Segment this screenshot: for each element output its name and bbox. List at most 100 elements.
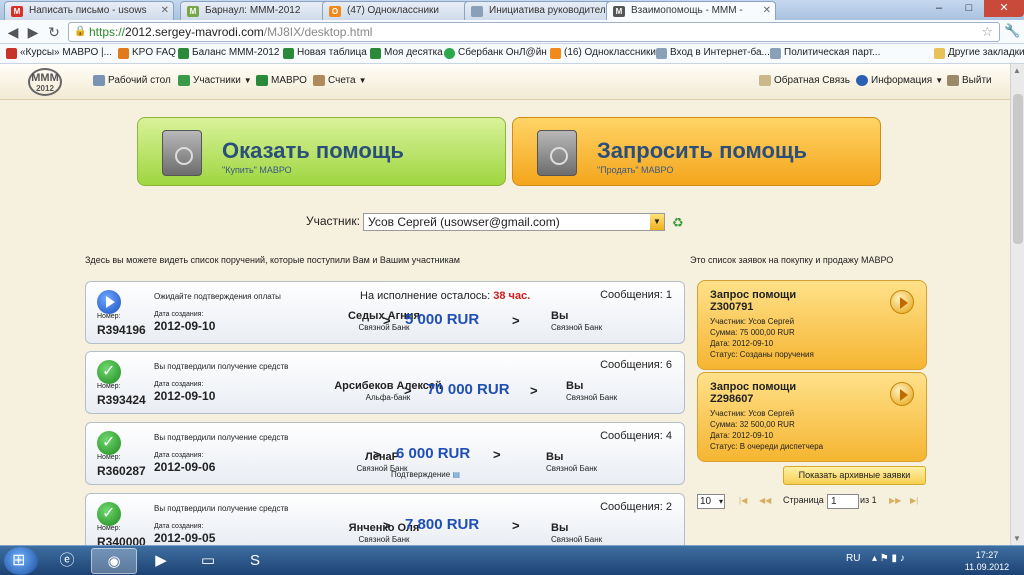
menu-info[interactable]: Информация ▼ — [856, 75, 943, 86]
messages-link[interactable]: Сообщения: 4 — [600, 430, 672, 442]
order-amount: 6 000 RUR — [396, 445, 471, 462]
order-card[interactable]: Вы подтвердили получение средств Сообщен… — [85, 422, 685, 485]
page-scrollbar[interactable]: ▲ ▼ — [1010, 64, 1024, 545]
show-archive-button[interactable]: Показать архивные заявки — [783, 466, 926, 485]
messages-link[interactable]: Сообщения: 1 — [600, 289, 672, 301]
bookmark-item[interactable]: «Курсы» МАВРО |... — [6, 47, 112, 59]
tab-gmail[interactable]: M Написать письмо - usows ✕ — [4, 1, 174, 20]
maximize-icon[interactable]: □ — [954, 0, 984, 17]
bookmark-item[interactable]: Политическая парт... — [770, 47, 880, 59]
check-icon — [97, 431, 121, 455]
last-page-icon[interactable]: ▶| — [910, 496, 918, 505]
order-card[interactable]: Ожидайте подтверждения оплаты На исполне… — [85, 281, 685, 344]
chrome-icon[interactable]: ◉ — [91, 548, 137, 574]
per-page-select[interactable]: 10 — [697, 494, 725, 509]
refresh-icon[interactable]: ♻ — [672, 215, 684, 231]
minimize-icon[interactable]: – — [924, 0, 954, 17]
reload-icon[interactable]: ↻ — [45, 23, 63, 41]
arrow-right-icon[interactable] — [890, 382, 914, 406]
bookmark-item[interactable]: KPO FAQ — [118, 47, 176, 59]
tray-icons[interactable]: ▴ ⚑ ▮ ♪ — [872, 553, 905, 564]
page-label: Страница — [783, 495, 824, 505]
forward-icon[interactable]: ▶ — [24, 23, 42, 41]
confirmation-link[interactable]: Подтверждение ▤ — [391, 470, 460, 479]
skype-icon[interactable]: S — [232, 548, 278, 574]
close-icon[interactable]: ✕ — [161, 5, 169, 16]
menu-accounts[interactable]: Счета ▼ — [313, 75, 367, 86]
scroll-down-icon[interactable]: ▼ — [1013, 534, 1021, 543]
tab-mmm-active[interactable]: M Взаимопомощь - МММ - ✕ — [606, 1, 776, 20]
bookmark-favicon-icon — [178, 48, 189, 59]
bookmark-item[interactable]: (16) Одноклассники — [550, 47, 656, 59]
browser-toolbar: ◀ ▶ ↻ 🔒 https://2012.sergey-mavrodi.com/… — [0, 20, 1024, 44]
page-icon — [471, 6, 483, 17]
menu-participants[interactable]: Участники ▼ — [178, 75, 252, 86]
explorer-folder-icon[interactable]: ▭ — [185, 548, 231, 574]
system-clock[interactable]: 17:27 11.09.2012 — [962, 549, 1012, 573]
star-icon[interactable]: ☆ — [981, 23, 993, 41]
messages-link[interactable]: Сообщения: 6 — [600, 359, 672, 371]
mmm-favicon-icon: M — [613, 6, 625, 17]
play-icon[interactable] — [97, 290, 121, 314]
accounts-icon — [313, 75, 325, 86]
check-icon — [97, 360, 121, 384]
next-page-icon[interactable]: ▶▶ — [889, 496, 901, 505]
arrow-right-icon[interactable] — [890, 290, 914, 314]
arrow-right-icon: > — [404, 383, 412, 398]
arrow-right-icon: > — [530, 383, 538, 398]
media-player-icon[interactable]: ▶ — [138, 548, 184, 574]
scroll-up-icon[interactable]: ▲ — [1013, 66, 1021, 75]
bookmark-item[interactable]: Моя десятка — [370, 47, 443, 59]
prev-page-icon[interactable]: ◀◀ — [759, 496, 771, 505]
bookmark-item[interactable]: Вход в Интернет-ба... — [656, 47, 770, 59]
other-bookmarks[interactable]: Другие закладки — [934, 47, 1024, 59]
mmm-logo[interactable]: МММ 2012 — [28, 68, 62, 96]
messages-link[interactable]: Сообщения: 2 — [600, 501, 672, 513]
order-amount: 7 800 RUR — [405, 516, 480, 533]
arrow-right-icon: > — [512, 518, 520, 533]
page-of-label: из 1 — [860, 495, 877, 505]
mmm-favicon-icon: M — [187, 6, 199, 17]
menu-feedback[interactable]: Обратная Связь — [759, 75, 850, 86]
request-help-button[interactable]: Запросить помощь "Продать" МАВРО — [512, 117, 881, 186]
bookmark-item[interactable]: Новая таблица — [283, 47, 367, 59]
bookmark-favicon-icon — [370, 48, 381, 59]
money-safe-icon — [537, 130, 577, 176]
back-icon[interactable]: ◀ — [4, 23, 22, 41]
participant-select[interactable]: Усов Сергей (usowser@gmail.com) ▼ — [363, 213, 665, 231]
menu-logout[interactable]: Выйти — [947, 75, 992, 86]
scrollbar-thumb[interactable] — [1013, 94, 1023, 244]
site-header: МММ 2012 Рабочий стол Участники ▼ МАВРО Сч… — [0, 64, 1010, 100]
bookmark-item[interactable]: Баланс МММ-2012 — [178, 47, 279, 59]
order-card[interactable]: Вы подтвердили получение средств Сообщен… — [85, 493, 685, 549]
language-indicator[interactable]: RU — [846, 553, 860, 564]
bookmark-item[interactable]: Сбербанк ОнЛ@йн — [444, 47, 547, 59]
page-input[interactable]: 1 — [827, 494, 859, 509]
close-icon[interactable]: ✕ — [763, 5, 771, 16]
window-close-icon[interactable]: ✕ — [984, 0, 1024, 17]
first-page-icon[interactable]: |◀ — [739, 496, 747, 505]
attachment-icon: ▤ — [452, 470, 461, 479]
order-amount: 70 000 RUR — [427, 381, 510, 398]
menu-mavro[interactable]: МАВРО — [256, 75, 307, 86]
help-request-panel[interactable]: Запрос помощи Z300791 Участник: Усов Сер… — [697, 280, 927, 370]
requests-caption: Это список заявок на покупку и продажу М… — [690, 255, 894, 265]
give-help-button[interactable]: Оказать помощь "Купить" МАВРО — [137, 117, 506, 186]
order-card[interactable]: Вы подтвердили получение средств Сообщен… — [85, 351, 685, 414]
arrow-right-icon: > — [493, 447, 501, 462]
windows-start-icon[interactable] — [4, 547, 38, 575]
chevron-down-icon: ▼ — [358, 76, 367, 85]
menu-desktop[interactable]: Рабочий стол — [93, 75, 171, 86]
address-bar[interactable]: 🔒 https://2012.sergey-mavrodi.com/MJ8IX/… — [68, 22, 1000, 42]
help-request-panel[interactable]: Запрос помощи Z298607 Участник: Усов Сер… — [697, 372, 927, 462]
order-number: R394196 — [97, 323, 146, 337]
wrench-icon[interactable]: 🔧 — [1004, 23, 1020, 39]
odnoklassniki-icon: O — [329, 6, 341, 17]
logout-icon — [947, 75, 959, 86]
folder-icon — [934, 48, 945, 59]
gmail-icon: M — [11, 6, 23, 17]
recipient-name: Вы — [546, 451, 564, 463]
bookmark-favicon-icon — [550, 48, 561, 59]
internet-explorer-icon[interactable]: ⓔ — [44, 548, 90, 574]
check-icon — [97, 502, 121, 526]
